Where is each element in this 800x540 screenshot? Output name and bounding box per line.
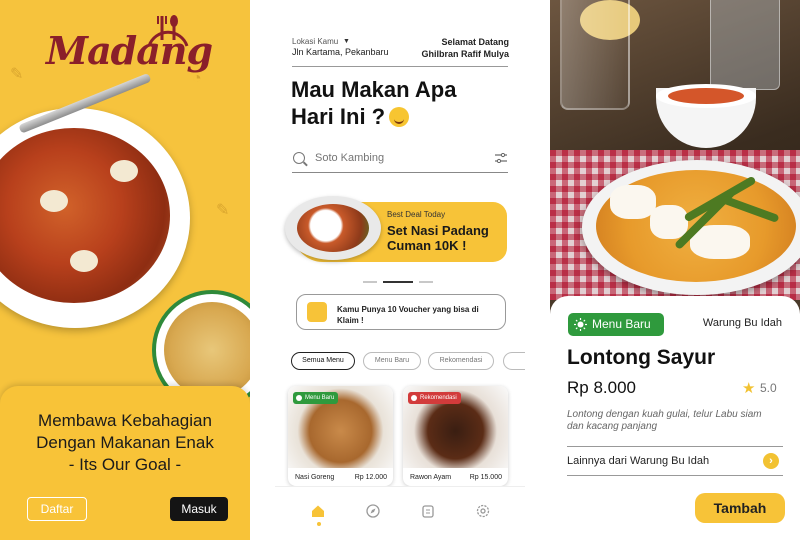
app-logo: Madang [46,28,213,73]
carousel-dot-active[interactable] [383,281,413,283]
home-screen: Lokasi Kamu ▼ Jln Kartama, Pekanbaru Sel… [275,0,525,540]
headline-line: Mau Makan Apa [291,77,457,102]
food-price: Rp 15.000 [469,474,502,481]
status-badge: Rekomendasi [408,392,461,404]
headline-line: Hari Ini ? [291,104,386,129]
jar-image [560,0,630,110]
location-label: Lokasi Kamu [292,37,339,46]
promo-title-line: Set Nasi Padang [387,223,489,238]
user-name: Ghilbran Rafif Mulya [421,49,509,59]
page-title: Mau Makan Apa Hari Ini ? [291,76,511,130]
filter-icon[interactable] [495,153,507,163]
chip-new-menu[interactable]: Menu Baru [363,352,421,370]
noodle-food-image [164,302,250,398]
egg-image [70,250,98,272]
home-icon[interactable] [311,504,325,518]
carousel-indicator [363,270,439,288]
order-icon[interactable] [421,504,435,518]
food-name: Nasi Goreng [295,474,335,481]
food-card[interactable]: Menu Baru Nasi Goreng Rp 12.000 [288,386,393,486]
search-input[interactable] [315,150,465,166]
divider [567,446,783,447]
food-card[interactable]: Rekomendasi Rawon Ayam Rp 15.000 [403,386,508,486]
login-screen: Madang ✎ ◔ ✎ Membawa Kebahagian Dengan M… [0,0,250,540]
login-button[interactable]: Masuk [170,497,228,521]
active-nav-dot [317,522,321,526]
store-name[interactable]: Warung Bu Idah [703,317,782,329]
carousel-dot[interactable] [419,281,433,283]
chip-overflow[interactable] [503,352,525,370]
status-badge: Menu Baru [293,392,339,404]
tagline-line: - Its Our Goal - [68,455,182,474]
lontong-image [650,205,688,239]
chevron-down-icon[interactable]: ▼ [343,38,350,45]
carousel-dot[interactable] [363,281,377,283]
more-from-store-link[interactable]: Lainnya dari Warung Bu Idah [567,455,709,467]
doodle-icon: ◔ [192,70,202,87]
greeting: Selamat Datang Ghilbran Rafif Mulya [421,36,509,60]
food-price: Rp 8.000 [567,378,636,397]
nasi-padang-image [297,204,369,252]
promo-title: Set Nasi Padang Cuman 10K ! [387,223,489,253]
greeting-line: Selamat Datang [441,37,509,47]
compass-icon[interactable] [366,504,380,518]
smile-emoji-icon [389,107,410,127]
promo-subtitle: Best Deal Today [387,210,446,219]
chip-recommended[interactable]: Rekomendasi [428,352,494,370]
rating-value: 5.0 [760,381,777,395]
food-title: Lontong Sayur [567,346,716,369]
divider [292,66,508,67]
divider [567,475,783,476]
doodle-icon: ✎ [216,202,230,219]
star-icon: ★ [742,380,756,397]
settings-icon[interactable] [476,504,490,518]
egg-image [610,185,656,219]
search-underline [292,172,508,173]
food-description: Lontong dengan kuah gulai, telur Labu si… [567,409,762,432]
food-price: Rp 12.000 [354,474,387,481]
food-name: Rawon Ayam [410,474,452,481]
sun-icon [574,318,587,331]
glass-image [710,0,780,90]
voucher-icon [307,302,327,322]
egg-image [110,160,138,182]
add-to-cart-button[interactable]: Tambah [695,493,785,523]
sambal-image [668,88,744,104]
tagline: Membawa Kebahagian Dengan Makanan Enak -… [0,410,250,476]
tagline-line: Dengan Makanan Enak [36,433,214,452]
detail-screen: Menu Baru Warung Bu Idah Lontong Sayur R… [550,0,800,540]
doodle-icon: ✎ [10,66,24,83]
search-icon [293,152,305,164]
chip-all-menu[interactable]: Semua Menu [291,352,355,370]
register-button[interactable]: Daftar [27,497,87,521]
promo-title-line: Cuman 10K ! [387,238,467,253]
egg-image [40,190,68,212]
chevron-right-icon[interactable]: › [763,453,779,469]
location-value[interactable]: Jln Kartama, Pekanbaru [292,47,389,57]
tagline-line: Membawa Kebahagian [38,411,212,430]
voucher-text: Kamu Punya 10 Voucher yang bisa di Klaim… [337,305,479,325]
